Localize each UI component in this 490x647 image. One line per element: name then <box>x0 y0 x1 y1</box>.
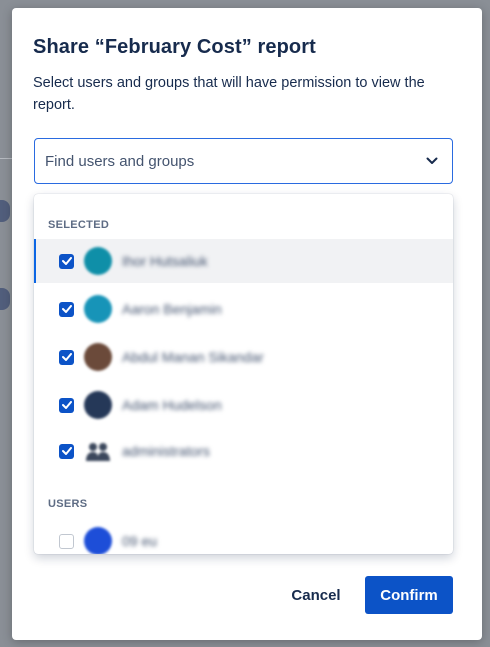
cancel-button[interactable]: Cancel <box>276 576 356 614</box>
option-name: administrators <box>122 443 210 459</box>
option-selected-user[interactable]: Aaron Benjamin <box>34 287 453 331</box>
option-user[interactable]: 09 eu <box>34 519 453 554</box>
user-avatar-icon <box>84 247 112 275</box>
checkbox-unchecked[interactable] <box>59 533 74 549</box>
background-page-hint <box>0 200 10 222</box>
option-selected-user[interactable]: Abdul Manan Sikandar <box>34 335 453 379</box>
option-name: 09 eu <box>122 533 158 549</box>
background-page-hint <box>0 288 10 310</box>
chevron-down-icon[interactable] <box>412 139 452 183</box>
option-name: Aaron Benjamin <box>122 301 222 317</box>
checkbox-checked[interactable] <box>59 301 74 317</box>
dialog-title: Share “February Cost” report <box>33 36 316 58</box>
users-group-heading: USERS <box>48 498 88 510</box>
option-selected-user[interactable]: Adam Hudelson <box>34 383 453 427</box>
group-icon <box>84 437 112 465</box>
checkbox-checked[interactable] <box>59 253 74 269</box>
checkbox-checked[interactable] <box>59 397 74 413</box>
user-avatar-icon <box>84 391 112 419</box>
checkbox-checked[interactable] <box>59 349 74 365</box>
option-name: Adam Hudelson <box>122 397 222 413</box>
selected-group-heading: SELECTED <box>48 219 110 231</box>
user-avatar-icon <box>84 343 112 371</box>
option-selected-group[interactable]: administrators <box>34 429 453 473</box>
option-name: Abdul Manan Sikandar <box>122 349 264 365</box>
confirm-button[interactable]: Confirm <box>365 576 453 614</box>
share-report-dialog: Share “February Cost” report Select user… <box>12 8 482 640</box>
user-group-select[interactable] <box>34 138 453 184</box>
user-avatar-icon <box>84 295 112 323</box>
checkbox-checked[interactable] <box>59 443 74 459</box>
options-dropdown: SELECTED Ihor Hutsaliuk Aaron Benjamin A… <box>34 194 453 554</box>
option-name: Ihor Hutsaliuk <box>122 253 208 269</box>
search-input[interactable] <box>35 139 412 183</box>
option-selected-user[interactable]: Ihor Hutsaliuk <box>34 239 453 283</box>
dialog-description: Select users and groups that will have p… <box>33 75 425 113</box>
user-avatar-icon <box>84 527 112 554</box>
